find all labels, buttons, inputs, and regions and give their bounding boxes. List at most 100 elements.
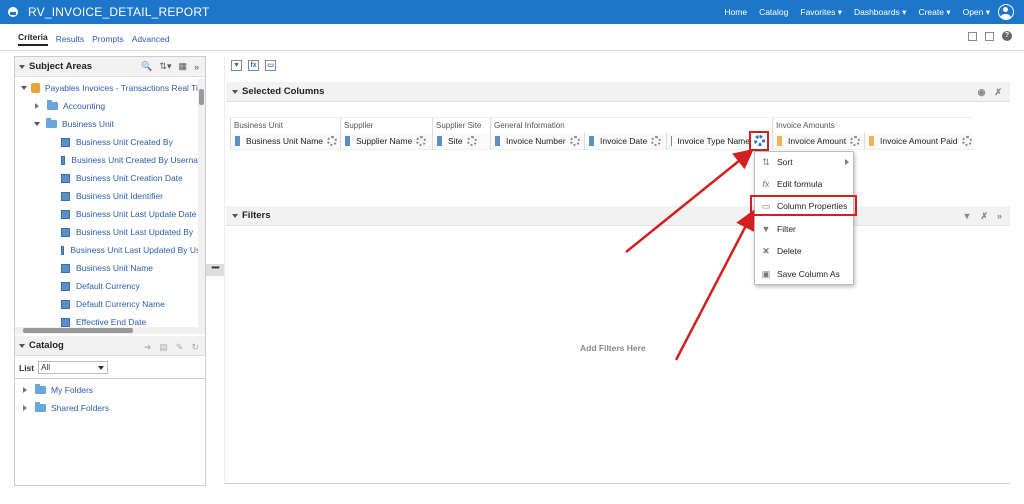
tab-criteria[interactable]: Criteria: [18, 32, 48, 46]
menu-edit-formula[interactable]: fx Edit formula: [755, 174, 853, 194]
oracle-logo-icon[interactable]: [8, 7, 18, 17]
column-invoice-amount[interactable]: Invoice Amount: [772, 133, 864, 150]
tree-horizontal-scrollbar[interactable]: [15, 327, 205, 334]
filters-header[interactable]: Filters ▼ ✗ »: [226, 206, 1010, 226]
expand-panel-icon[interactable]: »: [194, 62, 199, 72]
catalog-folder-my[interactable]: My Folders: [19, 381, 109, 399]
tab-prompts[interactable]: Prompts: [92, 34, 124, 44]
search-icon[interactable]: 🔍: [141, 61, 152, 72]
tree-column[interactable]: Business Unit Name: [15, 259, 205, 277]
tree-column[interactable]: Business Unit Created By Usernam: [15, 151, 205, 169]
tree-column[interactable]: Default Currency: [15, 277, 205, 295]
left-panel: Subject Areas 🔍 ⇅▾ ▦ » Payables Invoices…: [14, 56, 206, 486]
expand-icon[interactable]: [23, 387, 27, 393]
expand-icon[interactable]: [35, 103, 39, 109]
nav-favorites[interactable]: Favorites ▾: [800, 7, 842, 18]
divider: [0, 50, 1024, 51]
column-group: Supplier Site: [432, 117, 490, 133]
grid-icon[interactable]: ▦: [178, 61, 187, 72]
scrollbar-thumb[interactable]: [23, 328, 133, 333]
tab-results[interactable]: Results: [56, 34, 84, 44]
catalog-list-select[interactable]: All: [38, 361, 109, 374]
gear-icon[interactable]: [466, 136, 477, 146]
selected-columns-header[interactable]: Selected Columns ◉ ✗: [226, 82, 1010, 102]
tree-folder-accounting[interactable]: Accounting: [15, 97, 205, 115]
expand-icon[interactable]: [21, 86, 27, 90]
column-icon: [61, 209, 70, 219]
subject-areas-title: Subject Areas: [29, 61, 93, 72]
tree-column[interactable]: Business Unit Last Updated By: [15, 223, 205, 241]
nav-catalog[interactable]: Catalog: [759, 7, 788, 17]
column-label: Business Unit Last Updated By Use: [70, 245, 205, 255]
collapse-icon[interactable]: [19, 343, 25, 348]
column-icon[interactable]: ▭: [265, 60, 276, 71]
filters-title: Filters: [242, 210, 271, 221]
column-site[interactable]: Site: [432, 133, 490, 150]
tab-advanced[interactable]: Advanced: [132, 34, 170, 44]
collapse-icon[interactable]: [232, 89, 238, 94]
column-invoice-date[interactable]: Invoice Date: [584, 133, 666, 150]
catalog-list-row: List All: [19, 361, 109, 374]
catalog-folder-shared[interactable]: Shared Folders: [19, 399, 109, 417]
menu-label: Delete: [777, 246, 802, 256]
column-label: Business Unit Name: [246, 136, 324, 146]
column-invoice-number[interactable]: Invoice Number: [490, 133, 584, 150]
tree-column[interactable]: Business Unit Created By: [15, 133, 205, 151]
nav-open[interactable]: Open ▾: [963, 7, 990, 18]
tree-column[interactable]: Business Unit Last Update Date: [15, 205, 205, 223]
save-as-icon[interactable]: [985, 31, 994, 41]
tree-root[interactable]: Payables Invoices - Transactions Real Ti…: [15, 79, 205, 97]
gear-icon[interactable]: [569, 136, 580, 146]
menu-delete[interactable]: ✕ Delete: [755, 241, 853, 261]
edit-icon[interactable]: ✎: [176, 342, 184, 353]
eye-icon[interactable]: ◉: [978, 87, 986, 98]
gear-icon[interactable]: [327, 136, 338, 146]
collapse-icon[interactable]: [232, 213, 238, 218]
filter-toolbar-icon[interactable]: ▼: [231, 60, 242, 71]
gear-icon[interactable]: [850, 136, 861, 146]
column-icon: [61, 155, 66, 165]
add-filter-icon[interactable]: ▼: [963, 211, 972, 222]
column-properties-highlight-box: [750, 195, 857, 216]
tree-column[interactable]: Business Unit Last Updated By Use: [15, 241, 205, 259]
expand-icon[interactable]: [23, 405, 27, 411]
scrollbar-thumb[interactable]: [199, 89, 204, 105]
column-supplier-name[interactable]: Supplier Name: [340, 133, 432, 150]
clear-filters-icon[interactable]: ✗: [980, 211, 988, 222]
collapse-icon[interactable]: [19, 64, 25, 69]
more-icon[interactable]: »: [997, 211, 1002, 222]
remove-all-icon[interactable]: ✗: [994, 87, 1002, 98]
column-invoice-type-name[interactable]: Invoice Type Name: [666, 133, 750, 150]
gear-icon[interactable]: [961, 136, 972, 146]
gear-icon[interactable]: [416, 136, 427, 146]
column-label: Invoice Amount: [788, 136, 847, 146]
gear-icon[interactable]: [651, 136, 662, 146]
refresh-icon[interactable]: ↻: [191, 342, 199, 353]
arrow-right-icon[interactable]: ➔: [144, 342, 152, 353]
nav-create[interactable]: Create ▾: [918, 7, 950, 18]
properties-icon[interactable]: ▤: [159, 342, 168, 353]
sort-icon[interactable]: ⇅▾: [159, 61, 171, 72]
column-icon: [61, 191, 70, 201]
save-icon[interactable]: [968, 31, 977, 41]
help-icon[interactable]: ?: [1002, 31, 1012, 41]
subject-areas-tree: Payables Invoices - Transactions Real Ti…: [15, 79, 205, 327]
tree-folder-business-unit[interactable]: Business Unit: [15, 115, 205, 133]
tree-column[interactable]: Business Unit Creation Date: [15, 169, 205, 187]
nav-home[interactable]: Home: [724, 7, 747, 17]
menu-filter[interactable]: ▼ Filter: [755, 219, 853, 239]
menu-sort[interactable]: ⇅ Sort: [755, 152, 853, 172]
collapse-icon[interactable]: [34, 122, 40, 126]
column-group: Supplier: [340, 117, 432, 133]
nav-dashboards[interactable]: Dashboards ▾: [854, 7, 906, 18]
tree-column[interactable]: Business Unit Identifier: [15, 187, 205, 205]
formula-icon[interactable]: fx: [248, 60, 259, 71]
column-invoice-amount-paid[interactable]: Invoice Amount Paid: [864, 133, 974, 150]
column-business-unit-name[interactable]: Business Unit Name: [230, 133, 340, 150]
tree-column[interactable]: Default Currency Name: [15, 295, 205, 313]
tree-vertical-scrollbar[interactable]: [198, 79, 205, 329]
tree-column[interactable]: Effective End Date: [15, 313, 205, 327]
panel-splitter[interactable]: •••••: [206, 264, 224, 276]
menu-save-column-as[interactable]: ▣ Save Column As: [755, 264, 853, 284]
user-avatar-icon[interactable]: [998, 4, 1014, 20]
